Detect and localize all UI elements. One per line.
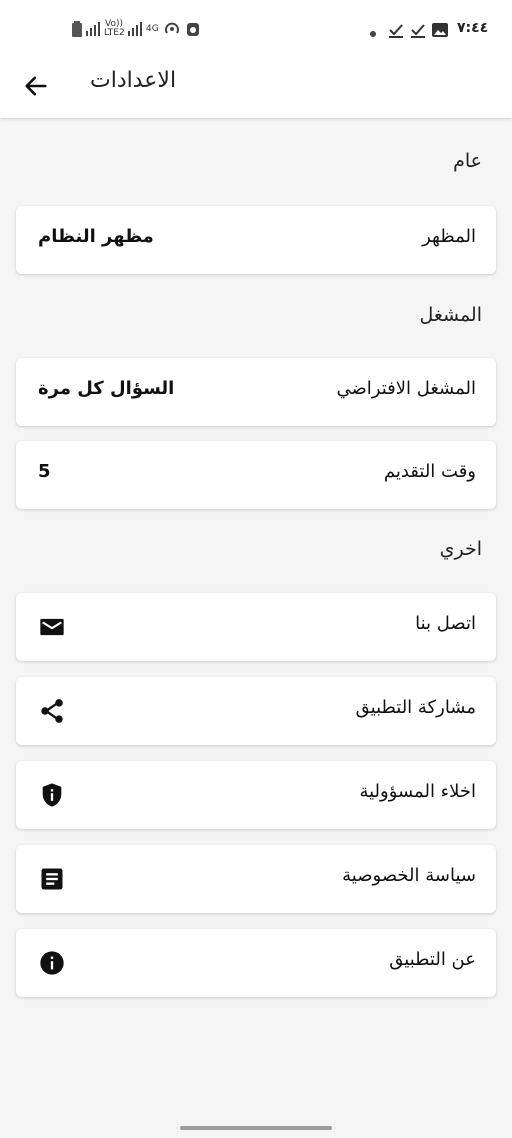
disclaimer-item[interactable]: اخلاء المسؤولية xyxy=(16,761,496,829)
dot-icon xyxy=(370,22,376,41)
section-title-other: اخري xyxy=(439,538,482,560)
seek-time-label: وقت التقديم xyxy=(383,461,476,482)
section-title-general: عام xyxy=(453,150,482,172)
network-label: 4G xyxy=(146,23,159,34)
seek-time-setting[interactable]: وقت التقديم 5 xyxy=(16,441,496,509)
page-title: الاعدادات xyxy=(90,68,177,93)
arrow-back-icon[interactable] xyxy=(22,72,50,100)
home-indicator[interactable] xyxy=(180,1126,332,1130)
share-app-label: مشاركة التطبيق xyxy=(355,697,476,718)
about-app-item[interactable]: عن التطبيق xyxy=(16,929,496,997)
seek-time-value: 5 xyxy=(38,461,51,482)
info-icon xyxy=(40,951,64,975)
status-bar: Vo)) LTE2 4G ٧:٤٤ xyxy=(0,0,512,58)
document-icon xyxy=(41,868,63,890)
status-time: ٧:٤٤ xyxy=(457,20,489,36)
appearance-label: المظهر xyxy=(422,226,476,247)
share-icon xyxy=(41,699,63,723)
appearance-setting[interactable]: المظهر مظهر النظام xyxy=(16,206,496,274)
contact-us-item[interactable]: اتصل بنا xyxy=(16,593,496,661)
app-bar: الاعدادات xyxy=(0,58,512,118)
email-icon xyxy=(40,618,64,636)
image-icon xyxy=(432,22,448,42)
status-left-icons: Vo)) LTE2 4G xyxy=(72,20,201,38)
share-app-item[interactable]: مشاركة التطبيق xyxy=(16,677,496,745)
check-icon xyxy=(388,22,404,42)
disclaimer-label: اخلاء المسؤولية xyxy=(359,781,476,802)
contact-us-label: اتصل بنا xyxy=(415,613,476,634)
hotspot-icon xyxy=(164,22,179,34)
about-app-label: عن التطبيق xyxy=(389,949,476,970)
privacy-policy-label: سياسة الخصوصية xyxy=(342,865,476,886)
volte-label: Vo)) LTE2 xyxy=(104,19,125,38)
battery-icon xyxy=(72,21,82,37)
signal-icon-2 xyxy=(128,22,142,36)
alarm-icon xyxy=(186,23,199,36)
default-player-label: المشغل الافتراضي xyxy=(336,378,476,399)
default-player-setting[interactable]: المشغل الافتراضي السؤال كل مرة xyxy=(16,358,496,426)
appearance-value: مظهر النظام xyxy=(38,226,154,247)
shield-icon xyxy=(42,783,62,807)
signal-icon xyxy=(86,22,100,36)
default-player-value: السؤال كل مرة xyxy=(38,378,175,399)
privacy-policy-item[interactable]: سياسة الخصوصية xyxy=(16,845,496,913)
section-title-player: المشغل xyxy=(419,304,482,326)
check-icon-2 xyxy=(410,22,426,42)
